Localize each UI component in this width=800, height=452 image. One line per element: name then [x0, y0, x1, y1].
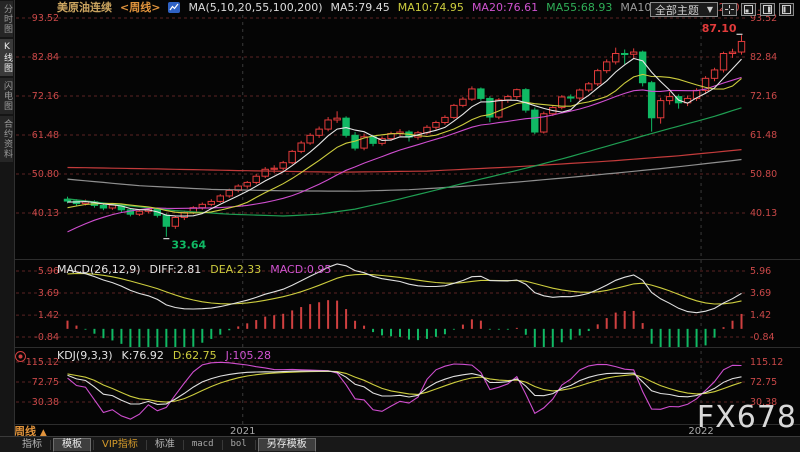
- macd-dea-value: DEA:2.33: [210, 263, 262, 276]
- macd-header: MACD(26,12,9) DIFF:2.81 DEA:2.33 MACD:0.…: [57, 263, 331, 276]
- ma-settings-label: MA(5,10,20,55,100,200): [188, 1, 323, 14]
- toolbar-macd[interactable]: macd: [184, 438, 222, 451]
- kdj-title: KDJ(9,3,3): [57, 349, 113, 362]
- toolbar-bol[interactable]: bol: [223, 438, 255, 451]
- layout-grid-icon[interactable]: [741, 3, 756, 16]
- watermark: FX678: [696, 400, 797, 435]
- ma200-line: [67, 149, 742, 173]
- macd-panel: [66, 263, 743, 347]
- y-axis-label-right: 50.80: [750, 169, 777, 180]
- chart-window: 93.52 93.52 82.84 82.84 72.16 72.16 61.48 61.48…: [0, 0, 800, 452]
- kdj-axis-label-left: 72.75: [32, 377, 59, 388]
- y-axis-label-left: 93.52: [32, 13, 59, 24]
- y-axis-label-left: 50.80: [32, 169, 59, 180]
- ma20-line: [67, 76, 742, 233]
- low-price-label: 33.64: [171, 239, 206, 252]
- y-axis-label-right: 72.16: [750, 91, 777, 102]
- macd-diff-value: DIFF:2.81: [149, 263, 202, 276]
- dea-line: [67, 272, 742, 305]
- sidebar-tab-lightning[interactable]: 闪电图: [0, 78, 13, 114]
- theme-dropdown-label: 全部主题: [654, 3, 699, 17]
- sidebar-tab-contract-info[interactable]: 合约资料: [0, 116, 13, 162]
- kdj-axis-label-left: 30.38: [32, 397, 59, 408]
- macd-axis-label-left: 3.69: [38, 288, 59, 299]
- period-tag: <周线>: [120, 1, 161, 14]
- toolbar-template[interactable]: 模板: [53, 437, 91, 452]
- chevron-down-icon: ▼: [706, 5, 713, 14]
- toolbar-indicators[interactable]: 指标: [14, 438, 50, 451]
- y-axis-label-left: 61.48: [32, 130, 59, 141]
- macd-axis-label-right: -0.84: [750, 332, 775, 343]
- y-axis-label-left: 72.16: [32, 91, 59, 102]
- macd-title: MACD(26,12,9): [57, 263, 141, 276]
- bottom-toolbar: 指标 模板 VIP指标 标准 macd bol 另存模板: [0, 436, 800, 452]
- divider: [50, 439, 51, 450]
- kdj-panel: [67, 361, 742, 420]
- kdj-d-value: D:62.75: [172, 349, 217, 362]
- ma55-line: [67, 107, 742, 217]
- macd-macd-value: MACD:0.95: [270, 263, 332, 276]
- kdj-header: KDJ(9,3,3) K:76.92 D:62.75 J:105.28: [57, 349, 271, 362]
- macd-axis-label-left: 1.42: [38, 310, 59, 321]
- layout-right-panel-icon[interactable]: [760, 3, 775, 16]
- toolbar-standard[interactable]: 标准: [147, 438, 183, 451]
- sidebar-tab-kline[interactable]: K线图: [0, 39, 13, 76]
- last-price-label: 87.10: [702, 22, 737, 35]
- ma5-value: MA5:79.45: [330, 1, 390, 14]
- kdj-axis-label-left: 115.12: [26, 357, 59, 368]
- toolbar-save-template[interactable]: 另存模板: [257, 437, 316, 452]
- crosshair-icon[interactable]: [722, 3, 737, 16]
- ma10-value: MA10:74.95: [397, 1, 464, 14]
- ma55-value: MA55:68.93: [546, 1, 613, 14]
- layout-left-panel-icon[interactable]: [779, 3, 794, 16]
- top-controls: 全部主题 ▼: [649, 2, 794, 17]
- j-line: [67, 361, 742, 420]
- macd-axis-label-left: 5.96: [38, 266, 59, 277]
- main-panel: [63, 35, 746, 237]
- divider: [254, 439, 256, 450]
- y-axis-label-left: 82.84: [32, 52, 59, 63]
- macd-axis-label-right: 1.42: [750, 310, 771, 321]
- kdj-axis-label-right: 72.75: [750, 377, 777, 388]
- macd-axis-label-right: 5.96: [750, 266, 771, 277]
- macd-axis-label-left: -0.84: [34, 332, 59, 343]
- toolbar-vip-indicators[interactable]: VIP指标: [94, 438, 146, 451]
- ma20-value: MA20:76.61: [471, 1, 539, 14]
- y-axis-label-left: 40.13: [32, 208, 59, 219]
- y-axis-label-right: 61.48: [750, 130, 777, 141]
- sidebar: 分时图 K线图 闪电图 合约资料: [0, 0, 15, 437]
- kdj-k-value: K:76.92: [121, 349, 164, 362]
- kdj-axis-label-right: 115.12: [750, 357, 783, 368]
- chart-canvas[interactable]: 93.52 93.5282.84 82.8472.16 72.1661.48 61.48…: [0, 0, 800, 437]
- y-axis-label-right: 82.84: [750, 52, 777, 63]
- y-axis-label-right: 40.13: [750, 208, 777, 219]
- sidebar-tab-timeshare[interactable]: 分时图: [0, 1, 13, 37]
- ma100-line: [67, 158, 742, 192]
- ma10-line: [67, 73, 742, 214]
- instrument-name: 美原油连续: [57, 1, 112, 14]
- macd-axis-label-right: 3.69: [750, 288, 771, 299]
- theme-dropdown[interactable]: 全部主题 ▼: [649, 2, 718, 17]
- kdj-j-value: J:105.28: [225, 349, 272, 362]
- chart-type-icon[interactable]: [168, 2, 181, 13]
- indicator-settings-icon[interactable]: [15, 351, 26, 362]
